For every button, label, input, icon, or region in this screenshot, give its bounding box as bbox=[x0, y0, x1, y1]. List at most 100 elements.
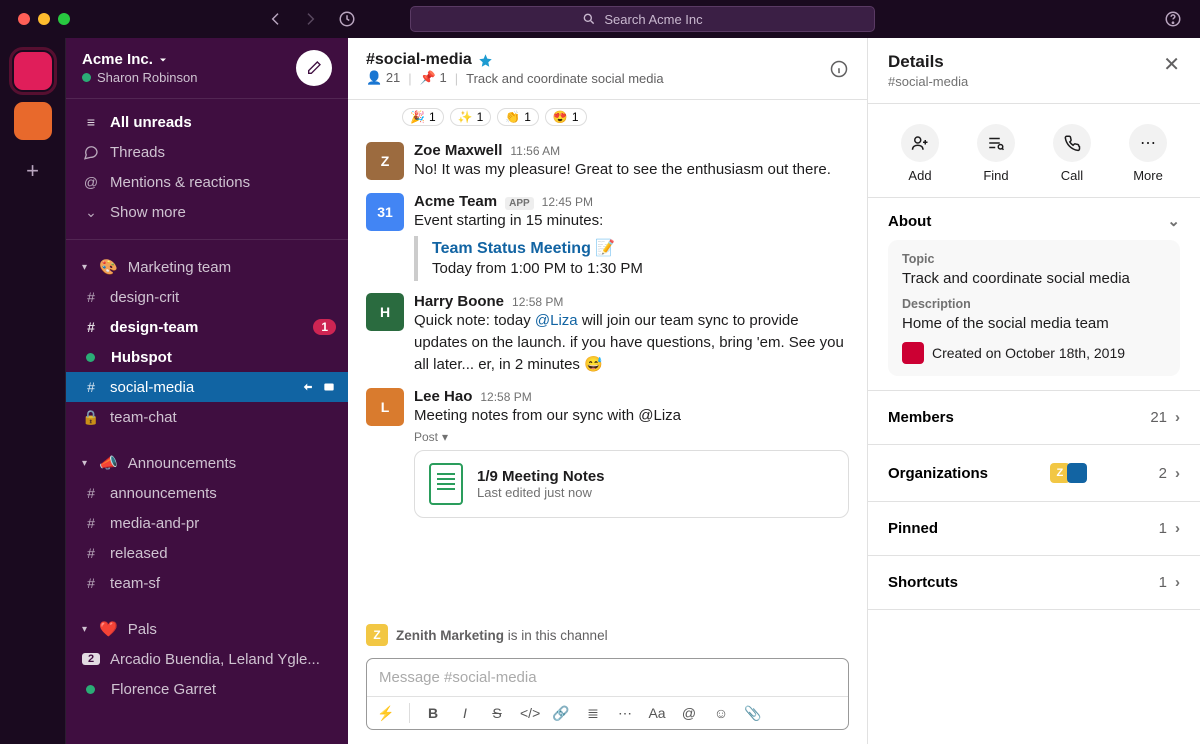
help-icon[interactable] bbox=[1164, 10, 1182, 28]
emoji-button[interactable]: ☺ bbox=[712, 705, 730, 721]
app-badge: APP bbox=[505, 197, 534, 210]
message-text: No! It was my pleasure! Great to see the… bbox=[414, 159, 849, 181]
reaction[interactable]: 👏1 bbox=[497, 108, 539, 126]
reaction[interactable]: ✨1 bbox=[450, 108, 492, 126]
back-icon[interactable] bbox=[268, 11, 284, 27]
message-author[interactable]: Harry Boone bbox=[414, 293, 504, 310]
message-text: Quick note: today @Liza will join our te… bbox=[414, 310, 849, 375]
section-marketing[interactable]: ▾🎨Marketing team bbox=[66, 252, 348, 282]
channel-details-icon[interactable] bbox=[829, 59, 849, 79]
mention[interactable]: @Liza bbox=[535, 312, 578, 329]
dm-florence[interactable]: Florence Garret bbox=[66, 674, 348, 704]
channel-title[interactable]: #social-media bbox=[366, 51, 664, 69]
threads-icon bbox=[82, 144, 100, 160]
nav-all-unreads[interactable]: ≡All unreads bbox=[66, 107, 348, 137]
channel-social-media[interactable]: #social-media bbox=[66, 372, 348, 402]
more-formatting[interactable]: ⋯ bbox=[616, 705, 634, 722]
search-placeholder: Search Acme Inc bbox=[604, 12, 702, 27]
italic-button[interactable]: I bbox=[456, 705, 474, 721]
attach-button[interactable]: 📎 bbox=[744, 705, 762, 722]
message-text: Event starting in 15 minutes: bbox=[414, 210, 849, 232]
shortcuts-row[interactable]: Shortcuts1› bbox=[868, 556, 1200, 610]
channel-released[interactable]: #released bbox=[66, 538, 348, 568]
reaction[interactable]: 😍1 bbox=[545, 108, 587, 126]
channel-announcements[interactable]: #announcements bbox=[66, 478, 348, 508]
channel-team-chat[interactable]: 🔒team-chat bbox=[66, 402, 348, 432]
composer-input[interactable]: Message #social-media bbox=[367, 659, 848, 696]
close-details-button[interactable]: ✕ bbox=[1163, 52, 1180, 77]
message-composer[interactable]: Message #social-media ⚡ B I S </> 🔗 ≣ ⋯ … bbox=[366, 658, 849, 730]
message: L Lee Hao 12:58 PM Meeting notes from our… bbox=[348, 382, 867, 525]
members-icon[interactable]: 👤 21 bbox=[366, 70, 400, 86]
created-info: Created on October 18th, 2019 bbox=[902, 342, 1166, 364]
code-button[interactable]: </> bbox=[520, 705, 538, 721]
avatar[interactable]: L bbox=[366, 388, 404, 426]
details-find-button[interactable]: Find bbox=[977, 124, 1015, 183]
window-controls[interactable] bbox=[18, 13, 70, 25]
more-icon: ⋯ bbox=[1129, 124, 1167, 162]
avatar[interactable]: 31 bbox=[366, 193, 404, 231]
channel-subtitle: 👤 21| 📌 1| Track and coordinate social m… bbox=[366, 70, 664, 86]
section-pals[interactable]: ▾❤️Pals bbox=[66, 614, 348, 644]
search-icon bbox=[582, 12, 596, 26]
details-add-button[interactable]: Add bbox=[901, 124, 939, 183]
message-time: 12:58 PM bbox=[480, 390, 531, 404]
bold-button[interactable]: B bbox=[424, 705, 442, 721]
reaction[interactable]: 🎉1 bbox=[402, 108, 444, 126]
text-style-button[interactable]: Aa bbox=[648, 705, 666, 721]
creator-avatar[interactable] bbox=[902, 342, 924, 364]
nav-show-more[interactable]: ⌄Show more bbox=[66, 197, 348, 227]
link-button[interactable]: 🔗 bbox=[552, 705, 570, 722]
message-author[interactable]: Zoe Maxwell bbox=[414, 142, 502, 159]
list-button[interactable]: ≣ bbox=[584, 705, 602, 722]
workspace-menu[interactable]: Acme Inc. bbox=[82, 51, 197, 68]
details-more-button[interactable]: ⋯More bbox=[1129, 124, 1167, 183]
compose-button[interactable] bbox=[296, 50, 332, 86]
reactions-row: 🎉1 ✨1 👏1 😍1 bbox=[348, 104, 867, 136]
channel-media-and-pr[interactable]: #media-and-pr bbox=[66, 508, 348, 538]
organizations-row[interactable]: OrganizationsZ2› bbox=[868, 445, 1200, 502]
pins-icon[interactable]: 📌 1 bbox=[420, 70, 447, 86]
topic-label: Topic bbox=[902, 252, 1166, 266]
section-announcements[interactable]: ▾📣Announcements bbox=[66, 448, 348, 478]
strike-button[interactable]: S bbox=[488, 705, 506, 721]
search-input[interactable]: Search Acme Inc bbox=[410, 6, 875, 32]
nav-mentions[interactable]: @Mentions & reactions bbox=[66, 167, 348, 197]
org-badge-icon: Z bbox=[366, 624, 388, 646]
details-call-button[interactable]: Call bbox=[1053, 124, 1091, 183]
details-title: Details bbox=[888, 52, 968, 72]
message: Z Zoe Maxwell 11:56 AM No! It was my plea… bbox=[348, 136, 867, 187]
dm-arcadio[interactable]: 2Arcadio Buendia, Leland Ygle... bbox=[66, 644, 348, 674]
avatar[interactable]: H bbox=[366, 293, 404, 331]
shortcut-icon[interactable]: ⚡ bbox=[377, 705, 395, 722]
add-workspace-button[interactable]: + bbox=[14, 152, 52, 190]
channel-hubspot[interactable]: Hubspot bbox=[66, 342, 348, 372]
mention-button[interactable]: @ bbox=[680, 705, 698, 721]
draft-icon bbox=[302, 380, 316, 394]
workspace-switch-acme[interactable] bbox=[14, 52, 52, 90]
about-section-toggle[interactable]: About⌄ bbox=[888, 212, 1180, 230]
workspace-switch-2[interactable] bbox=[14, 102, 52, 140]
message-time: 11:56 AM bbox=[510, 144, 560, 158]
message-author[interactable]: Lee Hao bbox=[414, 388, 472, 405]
message-author[interactable]: Acme Team bbox=[414, 193, 497, 210]
history-icon[interactable] bbox=[338, 10, 356, 28]
phone-icon bbox=[1063, 134, 1081, 152]
pinned-row[interactable]: Pinned1› bbox=[868, 502, 1200, 556]
star-icon[interactable] bbox=[478, 53, 493, 68]
message-text: Meeting notes from our sync with @Liza bbox=[414, 405, 849, 427]
members-row[interactable]: Members21› bbox=[868, 391, 1200, 445]
channel-team-sf[interactable]: #team-sf bbox=[66, 568, 348, 598]
message: 31 Acme TeamAPP12:45 PM Event starting i… bbox=[348, 187, 867, 288]
avatar[interactable]: Z bbox=[366, 142, 404, 180]
event-block[interactable]: Team Status Meeting 📝 Today from 1:00 PM… bbox=[414, 236, 849, 282]
forward-icon[interactable] bbox=[302, 11, 318, 27]
details-subtitle: #social-media bbox=[888, 74, 968, 89]
post-card[interactable]: 1/9 Meeting NotesLast edited just now bbox=[414, 450, 849, 518]
draft-icon bbox=[322, 380, 336, 394]
nav-threads[interactable]: Threads bbox=[66, 137, 348, 167]
description-value: Home of the social media team bbox=[902, 315, 1166, 332]
post-toggle[interactable]: Post ▾ bbox=[414, 430, 849, 444]
channel-design-crit[interactable]: #design-crit bbox=[66, 282, 348, 312]
channel-design-team[interactable]: #design-team1 bbox=[66, 312, 348, 342]
